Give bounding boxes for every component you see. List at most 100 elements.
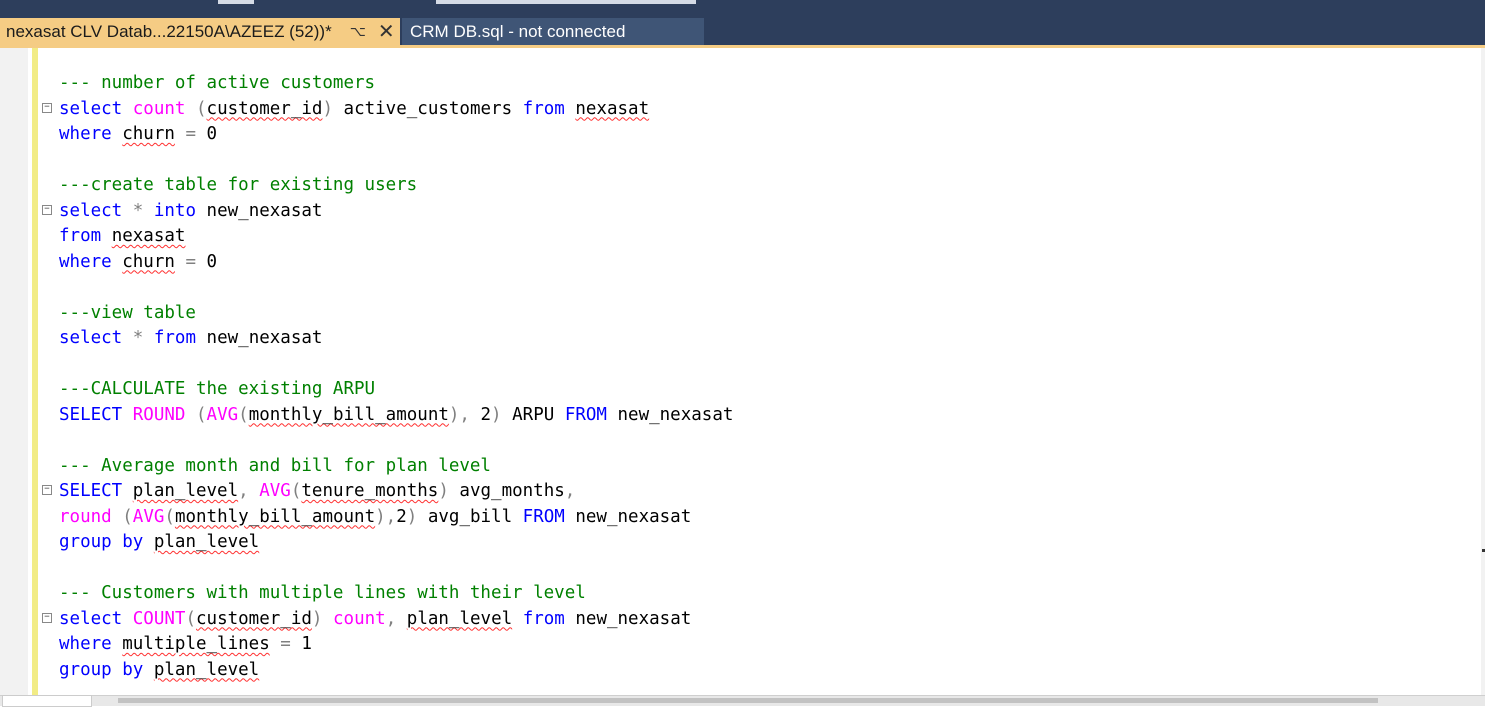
code-line[interactable]: − select count (customer_id) active_custo… xyxy=(42,97,649,122)
sql-operator: ( xyxy=(164,506,175,527)
sql-identifier-flagged: monthly_bill_amount xyxy=(174,506,376,527)
code-line[interactable]: from nexasat xyxy=(59,224,185,249)
sql-operator: ( xyxy=(196,98,207,119)
sql-text: ARPU xyxy=(501,404,565,425)
sql-keyword: into xyxy=(153,200,197,221)
sql-identifier-flagged: customer_id xyxy=(206,98,323,119)
sql-operator: , xyxy=(564,481,576,501)
sql-keyword: SELECT xyxy=(59,481,123,501)
code-line[interactable]: ---CALCULATE the existing ARPU xyxy=(59,377,375,402)
tab-nexasat-clv[interactable]: nexasat CLV Datab...22150A\AZEEZ (52))* … xyxy=(0,18,400,45)
sql-keyword: by xyxy=(122,659,144,680)
sql-operator: * xyxy=(132,200,144,221)
code-line[interactable]: − select * into new_nexasat xyxy=(42,199,323,224)
sql-comment: --- number of active customers xyxy=(59,73,376,93)
code-line[interactable]: − select COUNT(customer_id) count, plan_l… xyxy=(42,607,691,632)
sql-operator: ) xyxy=(491,404,502,425)
sql-text: new_nexasat xyxy=(606,404,734,425)
sql-keyword: select xyxy=(59,200,123,221)
code-line[interactable]: group by plan_level xyxy=(59,530,259,555)
sql-keyword: select xyxy=(59,328,123,348)
code-line[interactable]: select * from new_nexasat xyxy=(59,326,322,351)
sql-text: 0 xyxy=(196,124,218,144)
sql-keyword: group xyxy=(59,532,112,552)
fold-toggle-icon[interactable]: − xyxy=(42,204,52,215)
sql-comment: ---view table xyxy=(59,302,196,323)
code-line[interactable]: where churn = 0 xyxy=(59,122,217,147)
sql-keyword: from xyxy=(522,608,565,629)
fold-toggle-icon[interactable]: − xyxy=(42,102,52,113)
sql-operator: = xyxy=(185,251,197,272)
sql-text: avg_bill xyxy=(417,506,523,527)
tab-label: nexasat CLV Datab...22150A\AZEEZ (52))* xyxy=(6,21,332,41)
sql-keyword: where xyxy=(59,634,112,654)
fold-toggle-icon[interactable]: − xyxy=(42,485,52,495)
sql-keyword: SELECT xyxy=(59,404,123,425)
editor-right-border xyxy=(1481,48,1485,695)
sql-keyword: select xyxy=(59,98,123,119)
code-line[interactable]: ---view table xyxy=(59,301,196,326)
pin-icon[interactable]: ⌥ xyxy=(350,23,366,40)
title-strip-highlight xyxy=(436,0,696,4)
code-line[interactable]: where multiple_lines = 1 xyxy=(59,632,312,657)
sql-operator: ( xyxy=(185,608,196,629)
code-line[interactable]: SELECT ROUND (AVG(monthly_bill_amount), … xyxy=(59,403,733,428)
code-line[interactable]: --- number of active customers xyxy=(59,71,375,96)
sql-keyword: group xyxy=(59,659,112,680)
sql-keyword: from xyxy=(59,226,102,246)
sql-keyword: from xyxy=(153,328,197,348)
sql-function: COUNT xyxy=(132,608,186,629)
tab-label: CRM DB.sql - not connected xyxy=(410,21,626,41)
sql-keyword: where xyxy=(59,251,112,272)
fold-toggle-icon[interactable]: − xyxy=(42,612,52,623)
sql-operator: ) xyxy=(438,481,449,501)
sql-keyword: where xyxy=(59,124,112,144)
zoom-box[interactable] xyxy=(2,695,92,707)
sql-text: new_nexasat xyxy=(196,200,323,221)
sql-operator: ), xyxy=(448,404,470,425)
code-line[interactable]: --- Customers with multiple lines with t… xyxy=(59,581,586,606)
sql-operator: = xyxy=(185,124,197,144)
sql-identifier-flagged: multiple_lines xyxy=(122,634,270,654)
sql-function: AVG xyxy=(206,404,239,425)
sql-operator: ( xyxy=(238,404,249,425)
code-line[interactable]: group by plan_level xyxy=(59,658,259,683)
sql-identifier-flagged: nexasat xyxy=(111,226,186,246)
sql-identifier-flagged: plan_level xyxy=(132,481,239,501)
close-icon[interactable]: ✕ xyxy=(378,22,395,42)
tab-crm-db[interactable]: CRM DB.sql - not connected xyxy=(402,18,704,45)
sql-text: 2 xyxy=(469,404,492,425)
code-line[interactable]: ---create table for existing users xyxy=(59,173,417,198)
code-line[interactable]: where churn = 0 xyxy=(59,250,217,275)
sql-identifier-flagged: plan_level xyxy=(406,608,513,629)
active-tab-accent xyxy=(0,45,1485,48)
sql-text: new_nexasat xyxy=(564,506,692,527)
sql-comment: --- Average month and bill for plan leve… xyxy=(59,455,491,476)
title-strip-highlight xyxy=(218,0,254,4)
sql-keyword: FROM xyxy=(564,404,607,425)
code-line[interactable]: − SELECT plan_level, AVG(tenure_months) a… xyxy=(42,479,576,504)
code-line[interactable]: --- Average month and bill for plan leve… xyxy=(59,454,491,479)
document-tab-bar: nexasat CLV Datab...22150A\AZEEZ (52))* … xyxy=(0,14,1485,45)
sql-operator: ( xyxy=(122,506,133,527)
change-tracking-margin xyxy=(32,48,38,695)
horizontal-scrollbar[interactable] xyxy=(118,698,1378,703)
code-line[interactable]: round (AVG(monthly_bill_amount),2) avg_b… xyxy=(59,505,691,530)
sql-text: new_nexasat xyxy=(196,328,323,348)
sql-operator: ) xyxy=(322,98,333,119)
